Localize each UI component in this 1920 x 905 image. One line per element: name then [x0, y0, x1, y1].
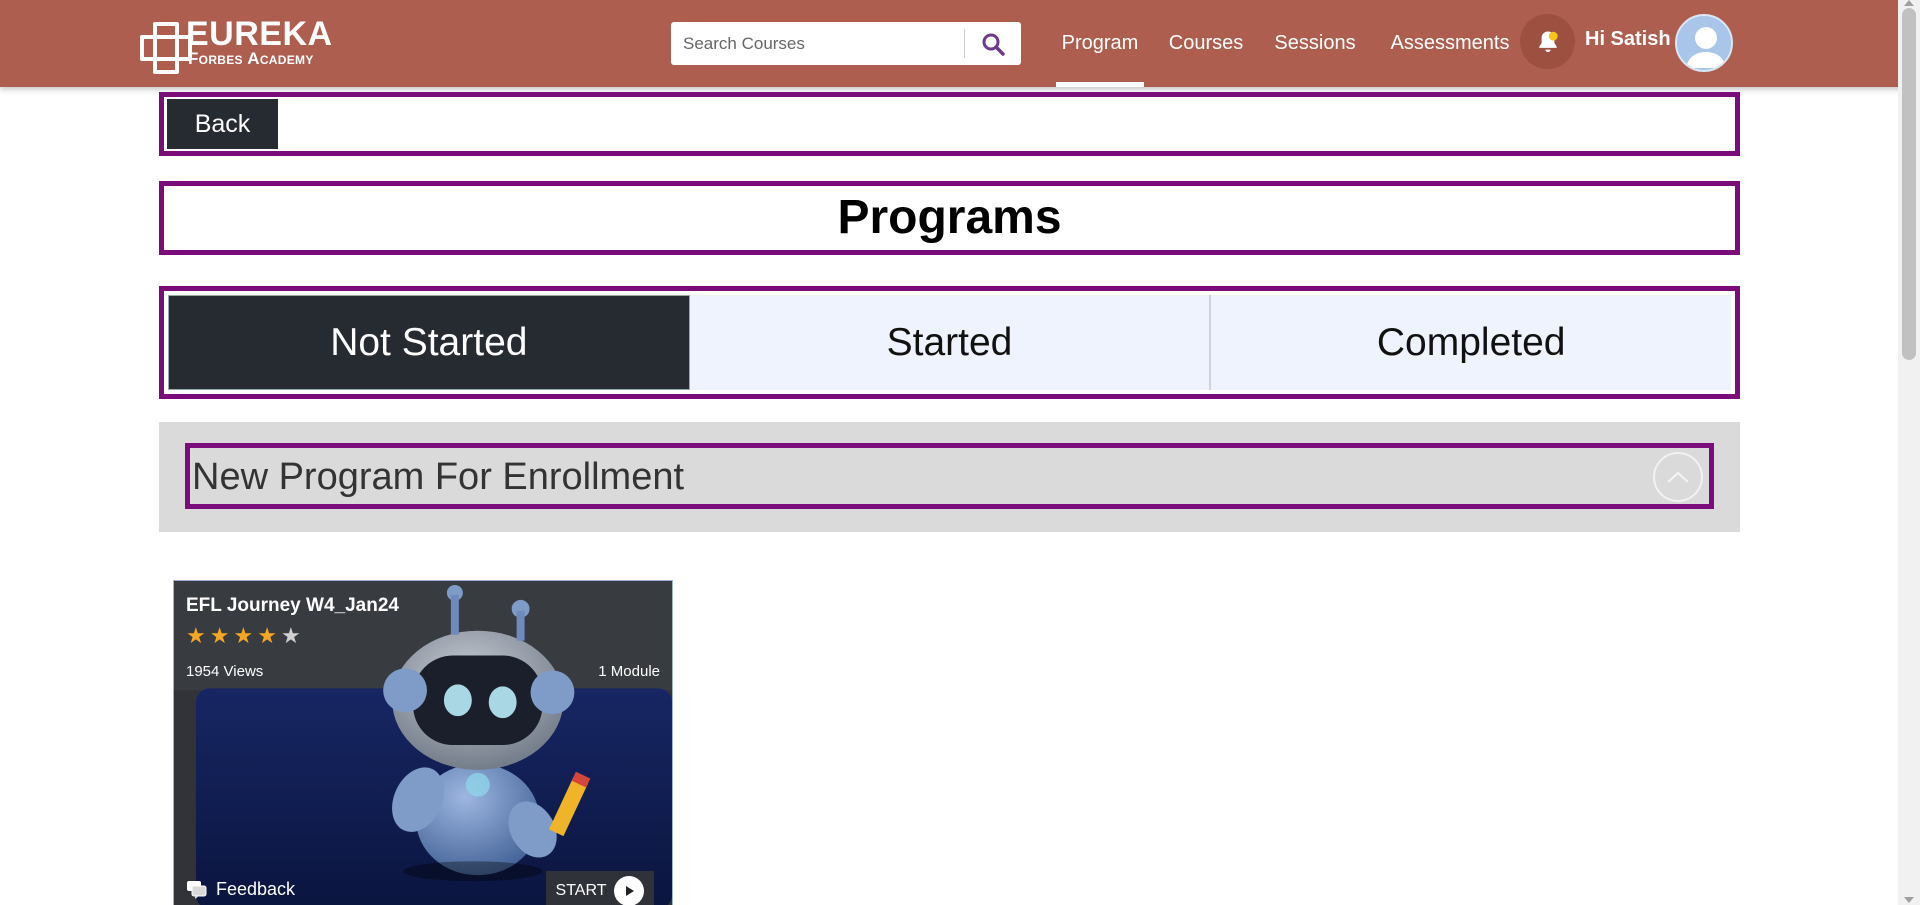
user-avatar[interactable] — [1675, 14, 1733, 72]
collapse-button[interactable] — [1653, 452, 1703, 502]
feedback-label: Feedback — [216, 879, 296, 899]
brand-name: EUREKA — [186, 15, 333, 53]
program-views: 1954 Views — [186, 663, 264, 680]
scroll-up-icon[interactable] — [1904, 0, 1914, 6]
top-navbar: EUREKA Forbes Academy Program Courses Se… — [0, 0, 1920, 87]
star-icon: ★ — [257, 623, 277, 648]
scrollbar-thumb[interactable] — [1902, 8, 1916, 360]
star-icon: ★ — [209, 623, 230, 648]
tab-completed[interactable]: Completed — [1211, 295, 1732, 390]
tab-started[interactable]: Started — [689, 295, 1212, 390]
nav-sessions[interactable]: Sessions — [1268, 0, 1362, 87]
nav-program[interactable]: Program — [1056, 0, 1144, 87]
brand-subtitle: Forbes Academy — [188, 49, 314, 68]
feedback-button[interactable]: Feedback — [186, 879, 295, 900]
feedback-icon — [187, 880, 207, 899]
scroll-down-icon[interactable] — [1904, 897, 1914, 903]
page-title-bar: Programs — [159, 181, 1740, 255]
chevron-up-icon — [1667, 471, 1689, 483]
bell-icon — [1538, 31, 1558, 52]
page-title: Programs — [837, 191, 1062, 244]
cross-logo-icon — [140, 22, 192, 74]
user-greeting[interactable]: Hi Satish — [1585, 28, 1671, 51]
back-button[interactable]: Back — [167, 99, 278, 149]
status-tabs: Not Started Started Completed — [159, 286, 1740, 399]
nav-assessments[interactable]: Assessments — [1382, 0, 1518, 87]
section-header-band: New Program For Enrollment — [159, 422, 1740, 532]
notifications-button[interactable] — [1520, 14, 1575, 69]
section-title: New Program For Enrollment — [192, 456, 685, 498]
page-scrollbar[interactable] — [1898, 0, 1920, 905]
search-icon — [982, 33, 1005, 56]
start-label: START — [555, 882, 607, 899]
start-button[interactable]: START — [546, 871, 654, 905]
back-bar: Back — [159, 92, 1740, 156]
program-title: EFL Journey W4_Jan24 — [186, 595, 399, 616]
search-button[interactable] — [965, 22, 1021, 65]
program-modules: 1 Module — [598, 663, 660, 680]
eureka-logo[interactable]: EUREKA Forbes Academy — [140, 15, 340, 74]
program-rating: ★ ★ ★ ★ ★ — [186, 625, 301, 647]
user-avatar-icon — [1686, 27, 1726, 68]
star-icon: ★ — [186, 623, 206, 648]
search-bar — [671, 22, 1021, 65]
star-empty-icon: ★ — [280, 623, 301, 648]
page: EUREKA Forbes Academy Program Courses Se… — [0, 0, 1920, 905]
tab-not-started[interactable]: Not Started — [168, 295, 690, 390]
program-card[interactable]: EFL Journey W4_Jan24 ★ ★ ★ ★ ★ 1954 View… — [173, 580, 673, 905]
play-icon — [614, 876, 645, 905]
section-header[interactable]: New Program For Enrollment — [185, 443, 1714, 509]
search-input[interactable] — [671, 22, 964, 65]
nav-courses[interactable]: Courses — [1166, 0, 1246, 87]
star-icon: ★ — [233, 623, 254, 648]
